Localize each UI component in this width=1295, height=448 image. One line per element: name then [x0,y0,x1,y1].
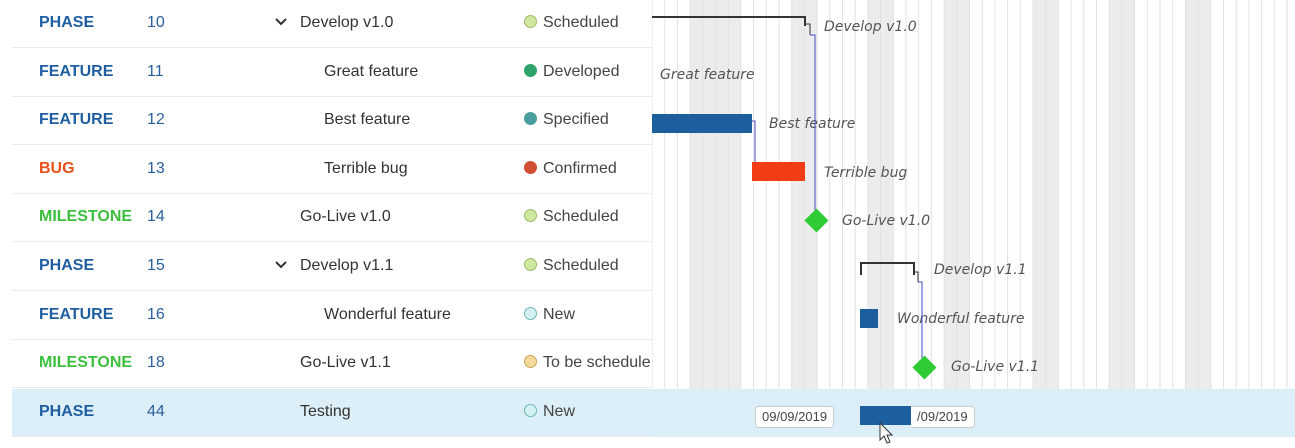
weekend-column [728,0,741,389]
subject-text[interactable]: Great feature [324,63,418,81]
status-dot-icon [524,112,537,125]
status-cell[interactable]: Specified [524,111,609,129]
weekend-column [1185,0,1199,389]
status-cell[interactable]: Scheduled [524,257,619,275]
status-cell[interactable]: New [524,306,575,324]
status-cell[interactable]: To be schedule [524,354,651,372]
subject-text[interactable]: Testing [300,403,351,421]
table-row[interactable]: MILESTONE 14 Go-Live v1.0 Scheduled [12,194,652,242]
table-row[interactable]: PHASE 15 Develop v1.1 Scheduled [12,243,652,291]
type-label: FEATURE [39,63,114,80]
id-link[interactable]: 14 [147,208,165,226]
date-end-label: /09/2019 [911,406,975,428]
id-link[interactable]: 44 [147,403,165,421]
status-label: Confirmed [543,160,617,177]
subject-text[interactable]: Go-Live v1.0 [300,208,391,226]
gantt-label-develop-v11: Develop v1.1 [934,262,1027,278]
status-dot-icon [524,404,537,417]
subject-text[interactable]: Best feature [324,111,410,129]
status-cell[interactable]: Developed [524,63,620,81]
status-label: Developed [543,63,620,80]
table-row[interactable]: FEATURE 12 Best feature Specified [12,97,652,145]
weekend-column [1109,0,1122,389]
type-label: PHASE [39,14,95,31]
bar-testing[interactable] [860,406,915,425]
type-label: MILESTONE [39,354,133,371]
weekend-column [1045,0,1059,389]
id-link[interactable]: 11 [147,63,164,81]
gantt-label-best-feature: Best feature [769,116,855,132]
status-label: Scheduled [543,14,619,31]
gantt-label-great-feature: Great feature [660,67,755,83]
status-label: Specified [543,111,609,128]
gantt-label-develop-v10: Develop v1.0 [824,19,917,35]
status-label: Scheduled [543,257,619,274]
status-label: New [543,306,576,323]
type-label: PHASE [39,257,95,274]
subject-text[interactable]: Wonderful feature [324,306,451,324]
gantt-svg: Develop v1.0 Great feature Best feature … [652,0,1295,444]
work-package-table: PHASE 10 Develop v1.0 Scheduled FEATURE 11 Gre… [0,0,652,448]
bar-terrible-bug[interactable] [752,162,805,181]
weekend-column [702,0,716,389]
weekend-column [867,0,881,389]
status-dot-icon [524,307,537,320]
status-dot-icon [524,161,537,174]
status-dot-icon [524,258,537,271]
id-link[interactable]: 16 [147,306,165,324]
gantt-label-terrible-bug: Terrible bug [824,165,907,181]
id-link[interactable]: 10 [147,14,165,32]
status-label: To be schedule [543,354,651,371]
status-dot-icon [524,355,537,368]
date-start-label: 09/09/2019 [755,406,835,428]
status-cell[interactable]: Confirmed [524,160,617,178]
gantt-label-golive-v10: Go-Live v1.0 [842,213,930,229]
gantt-chart: Develop v1.0 Great feature Best feature … [652,0,1295,448]
status-label: Scheduled [543,208,619,225]
status-cell[interactable]: Scheduled [524,14,619,32]
type-label: MILESTONE [39,208,133,225]
weekend-column [956,0,970,389]
gantt-label-wonderful-feature: Wonderful feature [897,311,1025,327]
chevron-down-icon[interactable] [274,12,288,30]
weekend-column [690,0,703,389]
subject-text[interactable]: Develop v1.0 [300,14,393,32]
table-row[interactable]: PHASE 44 Testing New [12,389,652,437]
bar-best-feature[interactable] [652,114,752,133]
subject-text[interactable]: Go-Live v1.1 [300,354,391,372]
type-label: BUG [39,160,75,177]
weekend-column [1198,0,1211,389]
subject-text[interactable]: Develop v1.1 [300,257,393,275]
weekend-column [1121,0,1135,389]
gantt-label-golive-v11: Go-Live v1.1 [951,359,1039,375]
table-row[interactable]: BUG 13 Terrible bug Confirmed [12,146,652,194]
table-row[interactable]: FEATURE 11 Great feature Developed [12,49,652,97]
id-link[interactable]: 12 [147,111,165,129]
weekend-column [791,0,805,389]
id-link[interactable]: 13 [147,160,165,178]
subject-text[interactable]: Terrible bug [324,160,408,178]
table-row[interactable]: PHASE 10 Develop v1.0 Scheduled [12,0,652,48]
type-label: PHASE [39,403,95,420]
id-link[interactable]: 15 [147,257,165,275]
status-cell[interactable]: New [524,403,575,421]
weekend-column [715,0,729,389]
status-dot-icon [524,64,537,77]
status-cell[interactable]: Scheduled [524,208,619,226]
status-label: New [543,403,576,420]
status-dot-icon [524,15,537,28]
weekend-column [944,0,957,389]
status-dot-icon [524,209,537,222]
id-link[interactable]: 18 [147,354,165,372]
bar-wonderful-feature[interactable] [860,309,878,328]
type-label: FEATURE [39,306,114,323]
table-row[interactable]: FEATURE 16 Wonderful feature New [12,292,652,340]
gantt-grid [652,0,1288,389]
table-row[interactable]: MILESTONE 18 Go-Live v1.1 To be schedule [12,340,652,388]
type-label: FEATURE [39,111,114,128]
chevron-down-icon[interactable] [274,255,288,273]
weekend-column [1033,0,1046,389]
weekend-column [880,0,894,389]
milestone-golive-v11[interactable] [912,355,937,380]
